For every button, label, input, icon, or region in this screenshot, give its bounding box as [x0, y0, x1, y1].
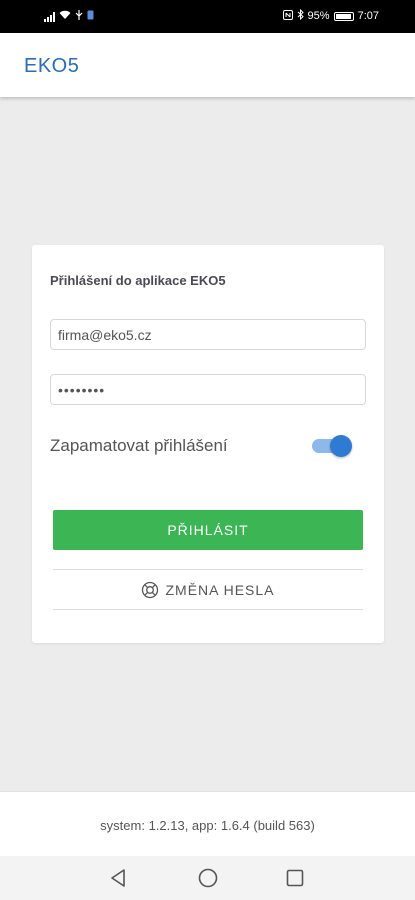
recent-apps-button[interactable]: [283, 866, 307, 890]
app-bar: EKO5: [0, 33, 415, 97]
lifebuoy-icon: [142, 581, 159, 598]
clock: 7:07: [357, 10, 379, 22]
status-left: [44, 10, 94, 23]
remember-login-label: Zapamatovat přihlášení: [50, 436, 228, 455]
notification-icon: [87, 10, 94, 23]
remember-login-toggle[interactable]: [310, 433, 354, 459]
bluetooth-icon: [297, 8, 304, 23]
circle-home-icon: [198, 868, 218, 888]
login-card: Přihlášení do aplikace EKO5 Zapamatovat …: [32, 245, 384, 643]
navigation-bar: [0, 856, 415, 900]
usb-icon: [75, 10, 83, 23]
toggle-thumb: [330, 435, 352, 457]
home-button[interactable]: [196, 866, 220, 890]
back-button[interactable]: [107, 866, 131, 890]
divider: [53, 609, 363, 610]
footer: system: 1.2.13, app: 1.6.4 (build 563): [0, 791, 415, 856]
version-text: system: 1.2.13, app: 1.6.4 (build 563): [100, 818, 315, 833]
app-title: EKO5: [24, 55, 80, 77]
login-button[interactable]: PŘIHLÁSIT: [53, 510, 363, 550]
wifi-icon: [59, 10, 71, 23]
square-recent-icon: [286, 869, 304, 887]
change-password-label: ZMĚNA HESLA: [165, 581, 275, 598]
email-field[interactable]: [50, 319, 366, 350]
status-bar: 95% 7:07: [0, 0, 415, 33]
change-password-button[interactable]: ZMĚNA HESLA: [53, 570, 363, 609]
password-field[interactable]: [50, 374, 366, 405]
nfc-icon: [282, 9, 293, 23]
battery-percent: 95%: [307, 10, 330, 22]
signal-icon: [44, 11, 55, 22]
battery-icon: [333, 11, 354, 21]
status-right: 95% 7:07: [282, 8, 379, 23]
login-title: Přihlášení do aplikace EKO5: [50, 273, 226, 288]
triangle-back-icon: [111, 869, 125, 887]
